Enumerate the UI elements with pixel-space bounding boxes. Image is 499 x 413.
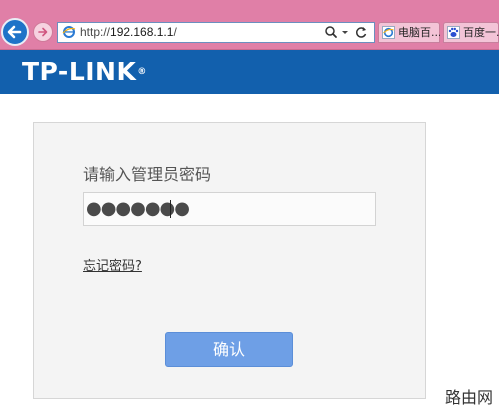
tp-link-logo: TP-LINK® [22, 58, 147, 86]
url-suffix: / [173, 25, 177, 39]
ie-page-icon [62, 26, 76, 38]
baidu-paw-icon [447, 26, 460, 39]
forward-button[interactable] [33, 22, 53, 42]
refresh-icon[interactable] [354, 24, 368, 41]
confirm-button[interactable]: 确认 [165, 332, 293, 367]
tab-baidu[interactable]: 百度一... [443, 22, 499, 43]
url-text[interactable]: http://192.168.1.1/ [80, 25, 177, 40]
address-tools [324, 24, 370, 41]
search-icon[interactable] [324, 24, 338, 41]
url-host: 192.168.1.1 [110, 25, 174, 39]
tab-label: 百度一... [463, 26, 499, 39]
logo-text: TP-LINK [22, 57, 137, 86]
registered-mark: ® [137, 67, 147, 77]
tab-computer-encyclopedia[interactable]: 电脑百... [378, 22, 440, 43]
back-arrow-icon [7, 25, 22, 39]
url-prefix: http:// [80, 25, 111, 39]
password-input[interactable]: ●●●●●●● [83, 192, 376, 226]
browser-toolbar: http://192.168.1.1/ 电脑百... 百度一 [0, 0, 499, 50]
password-label: 请输入管理员密码 [83, 165, 212, 184]
ie-page-icon [382, 26, 395, 39]
forward-arrow-icon [38, 27, 48, 37]
text-caret [170, 200, 171, 218]
back-button[interactable] [1, 18, 29, 46]
tab-label: 电脑百... [398, 26, 440, 39]
chevron-down-icon[interactable] [340, 24, 350, 41]
password-value: ●●●●●●● [86, 198, 190, 219]
brand-header: TP-LINK® [0, 50, 499, 94]
forgot-password-link[interactable]: 忘记密码? [83, 258, 142, 276]
login-panel: 请输入管理员密码 ●●●●●●● 忘记密码? 确认 [33, 122, 426, 399]
site-watermark: 路由网 [444, 388, 493, 407]
address-bar[interactable]: http://192.168.1.1/ [57, 22, 375, 43]
